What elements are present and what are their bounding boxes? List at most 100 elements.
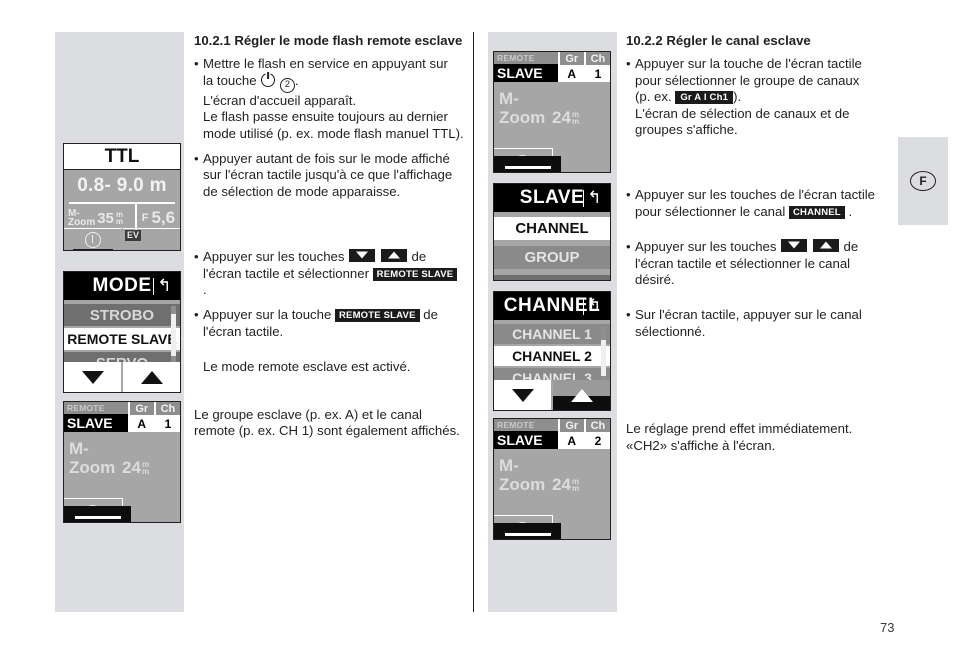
lcd-slavemenu-item-channel[interactable]: CHANNEL xyxy=(494,217,610,240)
scroll-down-button[interactable] xyxy=(494,380,551,410)
column-divider xyxy=(473,32,474,612)
lcd-slave1-footer-underline xyxy=(74,516,121,519)
section-title-10-2-1: 10.2.1 Régler le mode flash remote escla… xyxy=(194,33,463,48)
text-column-left: 10.2.1 Régler le mode flash remote escla… xyxy=(194,33,472,449)
lcd-mode-titlebar: MODE ↰ xyxy=(64,272,180,300)
lcd-channel-item-1[interactable]: CHANNEL 1 xyxy=(494,324,610,344)
lcd-slave2-mode-group: REMOTE SLAVE xyxy=(494,52,558,82)
lcd-slave2-footer xyxy=(494,148,610,172)
lcd-slave3-ch-value: 2 xyxy=(585,432,610,449)
lcd-screen-ttl-home: TTL 0.8- 9.0 m M- Zoom 35 m m F 5,6 EV xyxy=(63,143,181,251)
text-spacer xyxy=(626,297,904,307)
lcd-slave2-channel-cell[interactable]: Ch 1 xyxy=(583,52,610,82)
bullet-item: • Appuyer autant de fois sur le mode aff… xyxy=(194,151,472,200)
note-group-line1: Le groupe esclave (p. ex. A) et le canal xyxy=(194,406,422,422)
lcd-slave3-body: M- Zoom 24 m m xyxy=(494,449,610,494)
bullet-text: Appuyer sur les touches de l'écran tacti… xyxy=(635,187,904,220)
bullet-item: • Appuyer sur la touche de l'écran tacti… xyxy=(626,56,904,138)
b3-l3: l'écran tactile et sélectionner xyxy=(203,265,369,281)
lcd-slave2-zoom-unit-2: m xyxy=(571,117,580,126)
lcd-channel-item-2[interactable]: CHANNEL 2 xyxy=(494,346,610,366)
lcd-slave2-body: M- Zoom 24 m m xyxy=(494,82,610,127)
lcd-channel-list: CHANNEL 1 CHANNEL 2 CHANNEL 3 xyxy=(494,320,610,388)
bullet-text: Appuyer sur les touches de l'écran tacti… xyxy=(203,249,472,298)
bullet-dot: • xyxy=(194,151,199,167)
b1-l2: la touche xyxy=(203,72,257,88)
up-arrow-key-icon xyxy=(812,239,839,253)
lcd-mode-scroll-thumb[interactable] xyxy=(171,314,176,356)
lcd-ttl-distance: 0.8- 9.0 m xyxy=(77,175,167,196)
lcd-ttl-aperture-value: 5,6 xyxy=(151,208,176,227)
lcd-slave1-gr-label: Gr xyxy=(129,402,154,415)
b1-l1: Mettre le flash en service en appuyant s… xyxy=(203,56,448,72)
remote-slave-badge: REMOTE SLAVE xyxy=(372,267,458,281)
language-tab: F xyxy=(898,137,948,225)
lcd-slave3-channel-cell[interactable]: Ch 2 xyxy=(583,419,610,449)
up-arrow-key-icon xyxy=(380,249,407,263)
lcd-slave2-group-cell[interactable]: Gr A xyxy=(557,52,584,82)
bullet-dot: • xyxy=(626,307,631,323)
bullet-dot: • xyxy=(626,187,631,203)
note-effect-line1: Le réglage prend effet immédiatement. xyxy=(626,421,853,437)
lcd-ttl-zoom-unit-2: m xyxy=(115,217,124,226)
lcd-slave2-zoom-unit: m m xyxy=(571,111,580,126)
back-icon: ↰ xyxy=(582,188,602,208)
r1-l1: Appuyer sur la touche de l'écran tactile xyxy=(635,56,862,72)
r1-l5: L'écran de sélection de canaux et de xyxy=(635,105,850,121)
bullet-item: • Appuyer sur la touche REMOTE SLAVE de … xyxy=(194,307,472,340)
b4-l1: Appuyer sur la touche xyxy=(203,307,332,323)
callout-number: 2 xyxy=(279,77,295,93)
power-icon xyxy=(261,72,276,87)
b3-l1: Appuyer sur les touches xyxy=(203,249,345,265)
bullet-item: • Mettre le flash en service en appuyant… xyxy=(194,56,472,142)
scroll-up-button[interactable] xyxy=(123,362,180,392)
bullet-dot: • xyxy=(194,307,199,323)
lcd-slave1-channel-cell[interactable]: Ch 1 xyxy=(153,402,180,432)
lcd-mode-item-strobo[interactable]: STROBO xyxy=(64,304,180,326)
lcd-screen-channel-list: CHANNEL ↰ CHANNEL 1 CHANNEL 2 CHANNEL 3 xyxy=(493,291,611,411)
bullet-item: • Appuyer sur les touches de l'écran tac… xyxy=(626,239,904,288)
lcd-slave3-zoom-label-1: M- xyxy=(499,456,519,475)
lcd-channel-titlebar: CHANNEL ↰ xyxy=(494,292,610,320)
b3-l4: . xyxy=(203,282,207,298)
lcd-slave3-slave-label: SLAVE xyxy=(494,431,558,449)
lcd-slave2-gr-value: A xyxy=(559,65,584,82)
lcd-slave2-footer-underline xyxy=(504,166,551,169)
lcd-ttl-zoom-value: 35 xyxy=(97,209,114,227)
lcd-slavemenu-item-group[interactable]: GROUP xyxy=(494,246,610,269)
lcd-slave1-remote-label: REMOTE xyxy=(64,402,128,414)
b4-l3: l'écran tactile. xyxy=(203,323,284,339)
bullet-dot: • xyxy=(194,56,199,72)
down-arrow-key-icon xyxy=(781,239,808,253)
lcd-slavemenu-titlebar: SLAVE ↰ xyxy=(494,184,610,212)
lcd-slave3-group-cell[interactable]: Gr A xyxy=(557,419,584,449)
lcd-screen-mode-list: MODE ↰ STROBO REMOTE SLAVE SERVO xyxy=(63,271,181,393)
channel-badge: CHANNEL xyxy=(788,205,845,219)
chevron-down-icon xyxy=(511,388,534,402)
lcd-slave1-group-cell[interactable]: Gr A xyxy=(127,402,154,432)
chevron-down-icon xyxy=(81,370,104,384)
lcd-ttl-info-button xyxy=(64,228,123,250)
b2-l2: sur l'écran tactile jusqu'à ce que l'aff… xyxy=(203,167,453,183)
lcd-slave3-gr-value: A xyxy=(559,432,584,449)
lcd-slave1-body: M- Zoom 24 m m xyxy=(64,432,180,477)
bullet-text: Appuyer sur la touche REMOTE SLAVE de l'… xyxy=(203,307,472,340)
r3-l2: de xyxy=(843,239,859,255)
b4-l2: de xyxy=(423,307,438,323)
scroll-up-button[interactable] xyxy=(553,380,610,410)
lcd-channel-scroll-thumb[interactable] xyxy=(601,340,606,376)
lcd-mode-item-remote-slave[interactable]: REMOTE SLAVE xyxy=(64,328,180,350)
lcd-slave3-ch-label: Ch xyxy=(585,419,610,432)
text-spacer xyxy=(626,229,904,239)
bullet-text: Mettre le flash en service en appuyant s… xyxy=(203,56,464,141)
lcd-slave2-remote-label: REMOTE xyxy=(494,52,558,64)
bullet-text: Appuyer autant de fois sur le mode affic… xyxy=(203,151,472,200)
r3-l4: désiré. xyxy=(635,272,675,288)
text-spacer xyxy=(626,147,904,187)
lcd-slave2-ch-label: Ch xyxy=(585,52,610,65)
lcd-mode-arrow-bar xyxy=(64,362,180,392)
r1-l6: groupes s'affiche. xyxy=(635,122,738,138)
lcd-slavemenu-title: SLAVE xyxy=(519,187,585,208)
scroll-down-button[interactable] xyxy=(64,362,121,392)
r1-l2: pour sélectionner le groupe de canaux xyxy=(635,72,860,88)
